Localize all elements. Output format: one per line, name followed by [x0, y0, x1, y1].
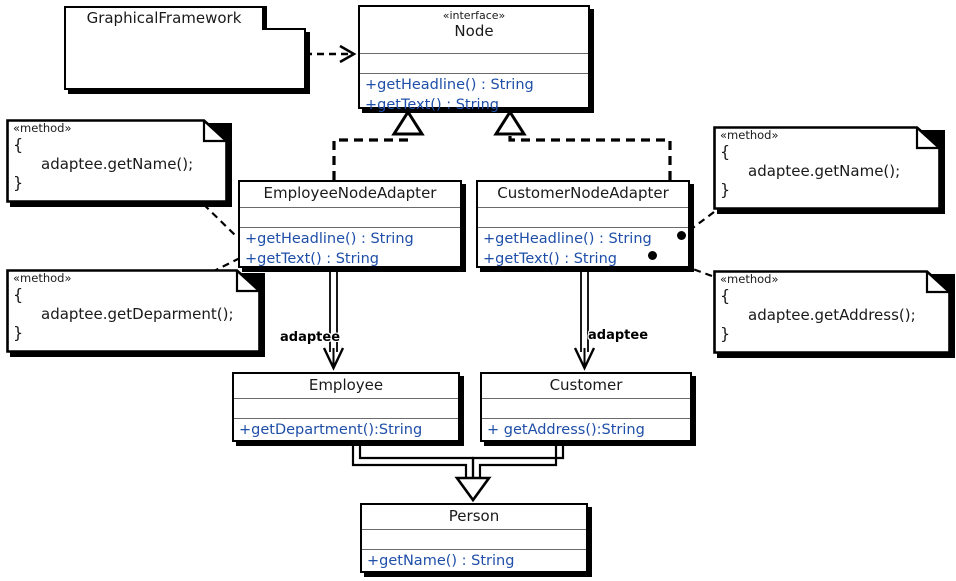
note-left-top-text: «method» { adaptee.getName(); } [6, 119, 228, 203]
note-left-bottom[interactable]: «method» { adaptee.getDeparment(); } [6, 269, 265, 357]
operation-getaddress[interactable]: + getAddress():String [487, 421, 686, 441]
operation-getname[interactable]: +getName() : String [367, 552, 582, 572]
package-body [64, 28, 306, 90]
note-stereotype: «method» [13, 271, 72, 285]
note-close-brace: } [720, 179, 731, 199]
class-node-header: «interface» Node [360, 7, 588, 54]
note-open-brace: { [720, 142, 731, 162]
class-node[interactable]: «interface» Node +getHeadline() : String… [358, 5, 590, 113]
package-graphicalframework[interactable]: GraphicalFramework [64, 6, 306, 90]
note-close-brace: } [720, 323, 731, 343]
note-body: adaptee.getDeparment(); [41, 304, 234, 323]
class-customernodeadapter[interactable]: CustomerNodeAdapter +getHeadline() : Str… [476, 180, 690, 268]
note-body: adaptee.getName(); [41, 154, 194, 173]
association-employeenodeadapter-to-employee [322, 268, 345, 371]
note-left-bottom-text: «method» { adaptee.getDeparment(); } [6, 269, 261, 353]
note-body: adaptee.getAddress(); [748, 305, 916, 324]
class-employeenodeadapter-attributes [240, 208, 460, 228]
operation-gettext[interactable]: +getText() : String [245, 250, 456, 270]
operation-getheadline[interactable]: +getHeadline() : String [365, 76, 584, 96]
note-right-top[interactable]: «method» { adaptee.getName(); } [713, 126, 945, 214]
generalization-arrowhead-person [454, 476, 492, 503]
class-customer-attributes [482, 399, 690, 419]
class-customernodeadapter-attributes [478, 208, 688, 228]
note-stereotype: «method» [720, 128, 779, 142]
realization-employeenodeadapter-to-node [332, 109, 425, 180]
note-stereotype: «method» [13, 121, 72, 135]
class-customer-operations: + getAddress():String [482, 419, 690, 444]
association-customernodeadapter-to-customer [573, 268, 596, 371]
class-node-attributes [360, 54, 588, 74]
class-customernodeadapter-operations: +getHeadline() : String +getText() : Str… [478, 228, 688, 272]
class-employeenodeadapter-name: EmployeeNodeAdapter [263, 184, 437, 202]
operation-getheadline[interactable]: +getHeadline() : String [245, 230, 456, 250]
class-customer-header: Customer [482, 374, 690, 399]
class-customernodeadapter-name: CustomerNodeAdapter [497, 184, 669, 202]
generalization-customer-to-person [471, 443, 565, 480]
note-right-bottom-text: «method» { adaptee.getAddress(); } [713, 270, 951, 354]
class-person[interactable]: Person +getName() : String [360, 503, 588, 573]
package-tab-label: GraphicalFramework [64, 6, 264, 30]
note-stereotype: «method» [720, 272, 779, 286]
class-node-name: Node [454, 21, 494, 40]
class-person-name: Person [448, 507, 500, 525]
realization-customernodeadapter-to-node [493, 109, 672, 180]
note-close-brace: } [13, 322, 24, 342]
generalization-employee-to-person [351, 443, 475, 480]
dependency-graphicalframework-to-node [305, 44, 357, 64]
operation-getdepartment[interactable]: +getDepartment():String [239, 421, 454, 441]
class-employee-attributes [234, 399, 458, 419]
note-open-brace: { [13, 285, 24, 305]
note-open-brace: { [720, 286, 731, 306]
uml-diagram-canvas: GraphicalFramework «interface» Node +get… [0, 0, 956, 581]
class-employee-name: Employee [308, 376, 384, 394]
class-person-operations: +getName() : String [362, 550, 586, 575]
class-employee-header: Employee [234, 374, 458, 399]
anchor-dot-gettext [648, 251, 657, 260]
class-employeenodeadapter-operations: +getHeadline() : String +getText() : Str… [240, 228, 460, 272]
class-employeenodeadapter-header: EmployeeNodeAdapter [240, 182, 460, 208]
class-person-attributes [362, 530, 586, 550]
operation-getheadline[interactable]: +getHeadline() : String [483, 230, 684, 250]
class-customer[interactable]: Customer + getAddress():String [480, 372, 692, 442]
note-open-brace: { [13, 135, 24, 155]
edge-label-customer-adaptee: adaptee [588, 328, 649, 343]
note-right-top-text: «method» { adaptee.getName(); } [713, 126, 941, 210]
note-body: adaptee.getName(); [748, 161, 901, 180]
class-customer-name: Customer [549, 376, 623, 394]
class-customernodeadapter-header: CustomerNodeAdapter [478, 182, 688, 208]
note-left-top[interactable]: «method» { adaptee.getName(); } [6, 119, 232, 207]
class-employee-operations: +getDepartment():String [234, 419, 458, 444]
operation-gettext[interactable]: +getText() : String [365, 96, 584, 116]
class-employee[interactable]: Employee +getDepartment():String [232, 372, 460, 442]
note-close-brace: } [13, 172, 24, 192]
note-right-bottom[interactable]: «method» { adaptee.getAddress(); } [713, 270, 955, 358]
class-person-header: Person [362, 505, 586, 530]
edge-label-employee-adaptee: adaptee [280, 330, 341, 345]
anchor-dot-getheadline [677, 231, 686, 240]
class-employeenodeadapter[interactable]: EmployeeNodeAdapter +getHeadline() : Str… [238, 180, 462, 268]
class-node-operations: +getHeadline() : String +getText() : Str… [360, 74, 588, 118]
